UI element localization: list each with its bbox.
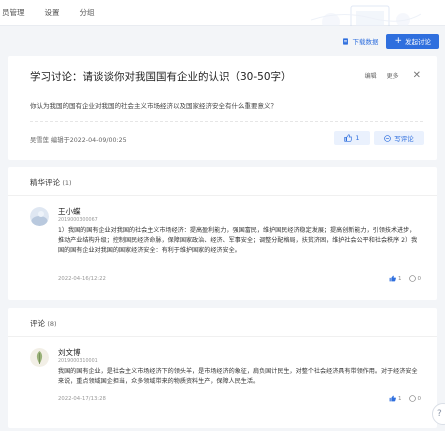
comment-body: 王小蝶 2019000300067 1）我国的国有企业对我国的社会主义市场经济：…	[58, 207, 421, 282]
best-comments-count: (1)	[62, 179, 72, 187]
comment-icon	[408, 395, 416, 402]
discussion-card: 学习讨论：请谈谈你对我国国有企业的认识（30-50字） 编辑 更多 ✕ 你认为我…	[8, 56, 437, 160]
avatar[interactable]	[30, 207, 49, 226]
nav-item-settings[interactable]: 设置	[45, 7, 60, 18]
document-icon	[343, 37, 349, 45]
comments-heading: 评论 (8)	[30, 318, 57, 329]
close-icon[interactable]: ✕	[413, 70, 421, 81]
best-comments-title: 精华评论	[30, 178, 60, 187]
comment-date: 2022-04-16/12:22	[58, 276, 106, 282]
like-count: 1	[355, 134, 360, 142]
header-illustration	[311, 0, 421, 26]
commenter-id: 2019000310001	[58, 359, 98, 364]
comment-stats: 1 0	[389, 395, 421, 402]
best-comments-card: 精华评论 (1) 王小蝶 2019000300067 1）我国的国有企业对我国的…	[8, 167, 437, 300]
best-comments-heading: 精华评论 (1)	[30, 177, 72, 188]
download-data-label: 下载数据	[352, 38, 379, 46]
comment-text: 1）我国的国有企业对我国的社会主义市场经济：提高盈利能力，强国富民，维护国民经济…	[58, 227, 418, 254]
comment-date: 2022-04-17/13:28	[58, 396, 106, 402]
comment-icon	[408, 275, 416, 282]
more-button[interactable]: 更多	[387, 71, 399, 80]
author-edit-info: 吴雪莲 编辑于2022-04-09/00:25	[30, 137, 127, 144]
comment-reply-count: 0	[417, 395, 422, 402]
start-discussion-button[interactable]: + 发起讨论	[386, 33, 439, 49]
comments-card: 评论 (8) 刘文博 2019000310001 我国的国有企业，是社会主义市场…	[8, 308, 437, 428]
download-data-button[interactable]: 下载数据	[342, 36, 378, 46]
avatar[interactable]	[30, 348, 49, 367]
comments-count: (8)	[47, 320, 57, 328]
thumbs-up-icon	[389, 395, 396, 402]
start-discussion-label: 发起讨论	[405, 38, 431, 46]
thumbs-up-icon	[389, 275, 396, 282]
top-navigation: 员管理 设置 分组	[0, 0, 445, 26]
divider	[30, 121, 423, 122]
comment-reply[interactable]: 0	[408, 395, 422, 402]
discussion-actions: 编辑 更多 ✕	[365, 70, 421, 81]
commenter-name[interactable]: 王小蝶	[58, 207, 421, 217]
comment-item: 王小蝶 2019000300067 1）我国的国有企业对我国的社会主义市场经济：…	[30, 207, 421, 295]
discussion-title: 学习讨论：请谈谈你对我国国有企业的认识（30-50字）	[30, 71, 292, 83]
like-button[interactable]: 1	[334, 131, 370, 145]
nav-item-member-management[interactable]: 员管理	[2, 7, 25, 18]
comment-icon	[384, 134, 392, 142]
comment-stats: 1 0	[389, 275, 421, 282]
comment-body: 刘文博 2019000310001 我国的国有企业，是社会主义市场经济下的领头羊…	[58, 348, 421, 402]
nav-item-groups[interactable]: 分组	[80, 7, 95, 18]
comment-like-count: 1	[398, 275, 402, 282]
help-icon: ?	[437, 409, 442, 419]
comment-like[interactable]: 1	[389, 275, 402, 282]
comment-text: 我国的国有企业，是社会主义市场经济下的领头羊，是市场经济的象征，肩负国计民生，对…	[58, 368, 418, 385]
comments-title: 评论	[30, 319, 45, 328]
comment-item: 刘文博 2019000310001 我国的国有企业，是社会主义市场经济下的领头羊…	[30, 348, 421, 424]
comment-like[interactable]: 1	[389, 395, 402, 402]
commenter-id: 2019000300067	[58, 218, 98, 223]
divider	[8, 195, 437, 196]
action-toolbar: 下载数据 + 发起讨论	[342, 33, 439, 49]
divider	[8, 336, 437, 337]
write-comment-button[interactable]: 写评论	[374, 131, 424, 145]
edit-button[interactable]: 编辑	[365, 71, 377, 80]
write-comment-label: 写评论	[394, 135, 414, 143]
plus-icon: +	[394, 35, 402, 46]
discussion-question: 你认为我国的国有企业对我国的社会主义市场经济以及国家经济安全有什么重要意义？	[30, 102, 277, 110]
commenter-name[interactable]: 刘文博	[58, 348, 421, 358]
thumbs-up-icon	[344, 134, 353, 142]
comment-reply-count: 0	[417, 275, 422, 282]
comment-like-count: 1	[398, 395, 402, 402]
comment-reply[interactable]: 0	[408, 275, 422, 282]
